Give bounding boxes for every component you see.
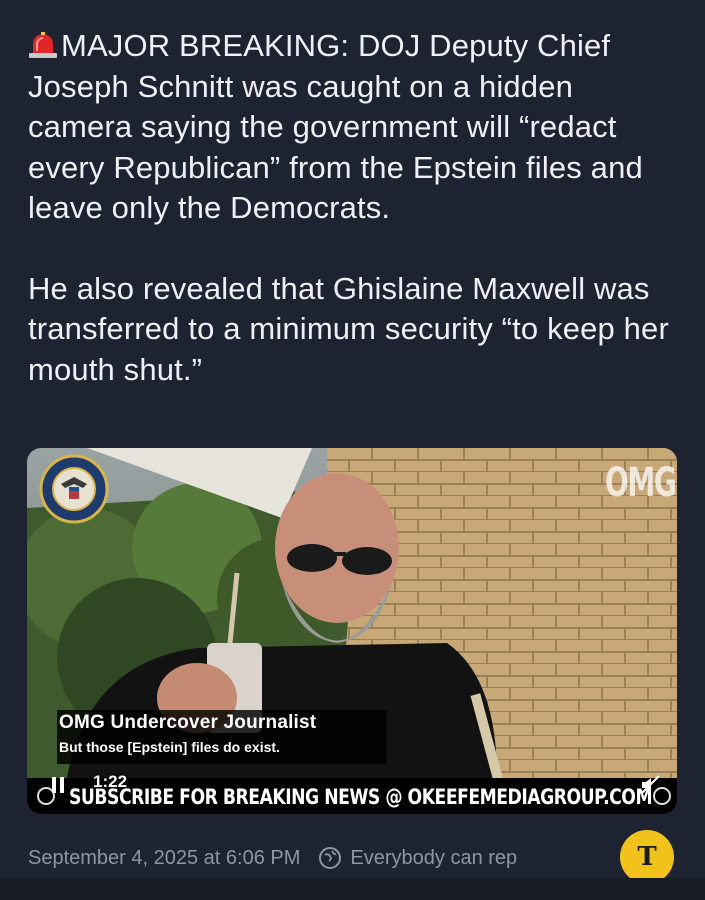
badge-letter: T: [637, 842, 657, 872]
video-timestamp: 1:22: [93, 772, 128, 791]
mute-icon[interactable]: [639, 774, 661, 801]
reply-setting[interactable]: Everybody can rep: [350, 847, 517, 870]
globe-icon: [318, 846, 342, 870]
omg-watermark: OMG: [605, 460, 677, 506]
post-text: MAJOR BREAKING: DOJ Deputy Chief Joseph …: [28, 26, 678, 390]
post-paragraph-1-text: MAJOR BREAKING: DOJ Deputy Chief Joseph …: [28, 28, 643, 225]
post-date: September 4, 2025 at 6:06 PM: [28, 846, 301, 869]
post-paragraph-1: MAJOR BREAKING: DOJ Deputy Chief Joseph …: [28, 26, 678, 229]
police-siren-icon: [28, 29, 58, 58]
next-post-peek: [0, 878, 705, 900]
video-player[interactable]: OMG OMG Undercover Journalist But those …: [27, 448, 677, 814]
app-badge-icon[interactable]: T: [620, 830, 674, 884]
post-meta: September 4, 2025 at 6:06 PM Everybody c…: [28, 843, 517, 873]
doj-seal-icon: [39, 454, 109, 529]
ticker-text: SUBSCRIBE FOR BREAKING NEWS @ OKEEFEMEDI…: [69, 785, 653, 809]
caption-quote: But those [Epstein] files do exist.: [59, 739, 280, 755]
caption-title: OMG Undercover Journalist: [59, 712, 317, 733]
pause-icon[interactable]: [51, 776, 65, 799]
post-paragraph-2: He also revealed that Ghislaine Maxwell …: [28, 270, 669, 387]
